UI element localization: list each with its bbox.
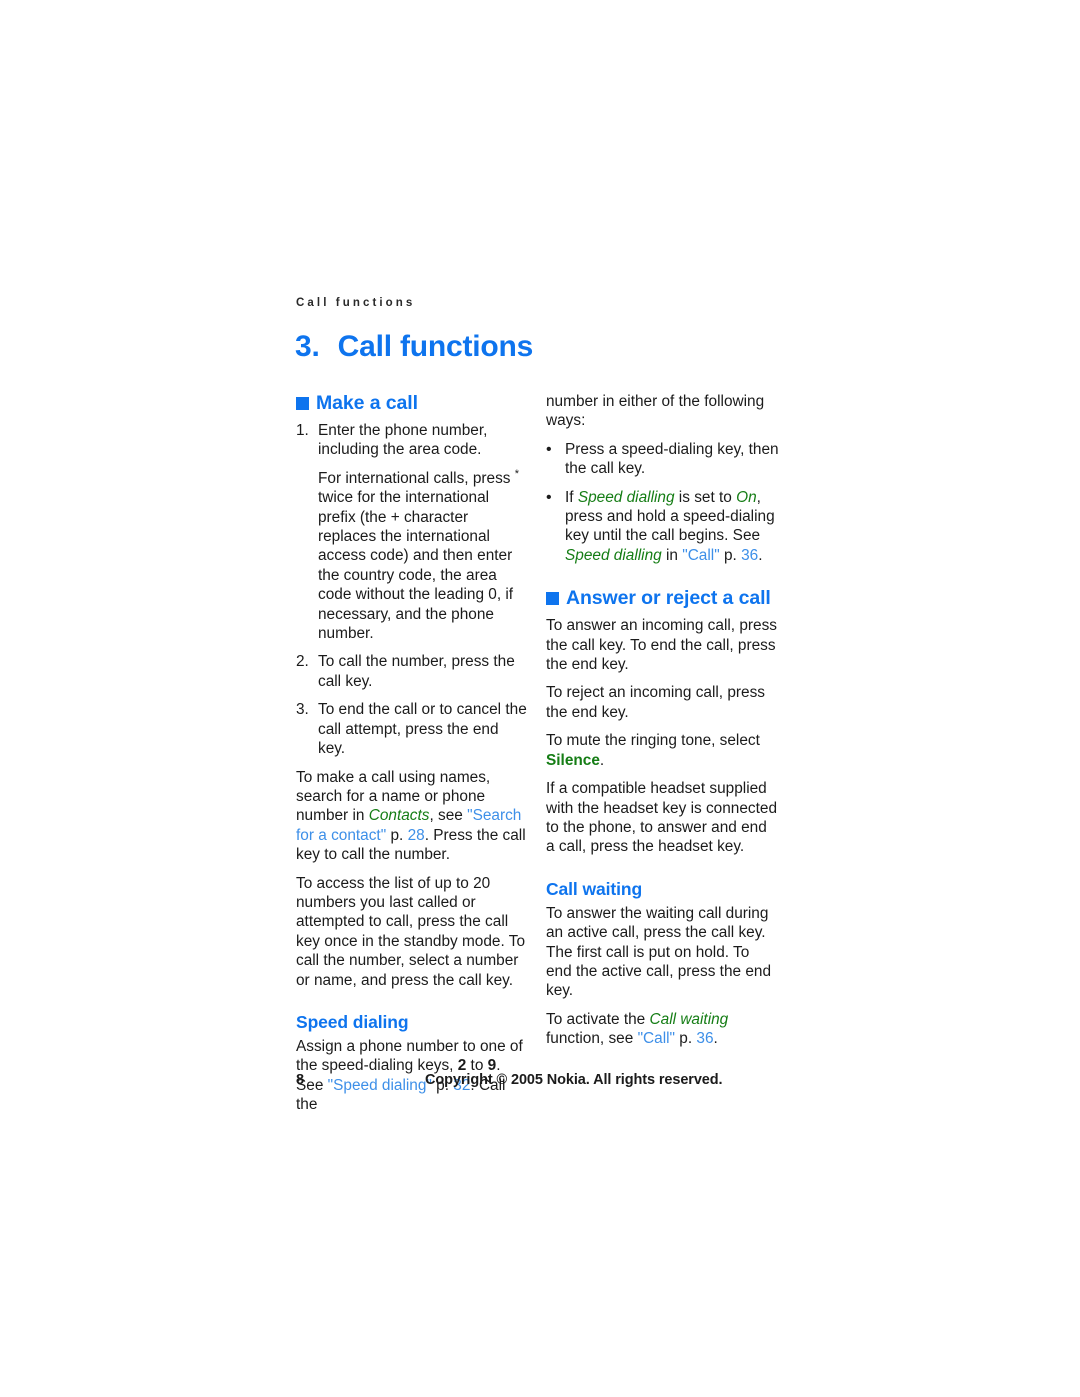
ui-term-on: On [736, 488, 757, 506]
search-part-2: , see [429, 807, 468, 825]
asterisk-symbol: * [514, 467, 520, 480]
left-column: Make a call 1. Enter the phone number, i… [296, 392, 529, 1124]
chapter-number: 3. [295, 330, 320, 363]
paragraph-answer-call: To answer an incoming call, press the ca… [546, 617, 777, 674]
paragraph-continued-from-left: number in either of the following ways: [546, 393, 765, 430]
crossref-page-28[interactable]: 28 [408, 827, 425, 844]
square-bullet-icon [546, 592, 559, 606]
step-body: Enter the phone number, including the ar… [318, 421, 529, 643]
paragraph-reject-call: To reject an incoming call, press the en… [546, 684, 765, 721]
bullet-2-text: If Speed dialling is set to On, press an… [565, 488, 779, 566]
step-number: 3. [296, 701, 309, 719]
step-number: 1. [296, 422, 309, 439]
mute-part-2: . [599, 751, 605, 769]
step-3-para-1: To end the call or to cancel the call at… [318, 701, 527, 758]
right-column: number in either of the following ways: … [546, 392, 779, 1058]
crossref-call-2[interactable]: "Call" [638, 1030, 675, 1047]
bullet-dot-icon: • [546, 440, 552, 458]
activate-part-3: p. [675, 1030, 697, 1048]
chapter-title: 3. Call functions [295, 330, 533, 364]
ui-term-speed-dialling: Speed dialling [577, 488, 675, 506]
step-2-para-1: To call the number, press the call key. [318, 653, 515, 690]
bullet-2-part-5: p. [719, 546, 742, 564]
ui-term-speed-dialling-2: Speed dialling [565, 546, 662, 564]
square-bullet-icon [296, 397, 309, 410]
search-part-3: p. [386, 826, 408, 844]
chapter-title-text: Call functions [337, 330, 534, 363]
list-item-step-2: 2. To call the number, press the call ke… [296, 652, 529, 691]
bullet-dot-icon: • [546, 488, 552, 506]
section-heading-answer-or-reject-a-call: Answer or reject a call [546, 587, 779, 610]
crossref-page-36[interactable]: 36 [741, 547, 758, 564]
footer-page-number: 8 [296, 1072, 305, 1088]
step-1-continued: twice for the international prefix (the … [318, 489, 514, 643]
ui-term-silence: Silence [546, 751, 600, 769]
step-number: 2. [296, 653, 309, 671]
make-a-call-steps: 1. Enter the phone number, including the… [296, 421, 529, 759]
bullet-2-part-1: If [565, 488, 578, 506]
list-item-step-3: 3. To end the call or to cancel the call… [296, 700, 529, 758]
section-heading-make-a-call: Make a call [296, 392, 529, 415]
subsection-heading-speed-dialing: Speed dialing [296, 1011, 409, 1032]
step-body: To end the call or to cancel the call at… [318, 700, 529, 758]
step-1-para-2: For international calls, press * twice f… [318, 467, 529, 644]
list-item-step-1: 1. Enter the phone number, including the… [296, 421, 529, 643]
speed-dial-bullet-list: • Press a speed-dialing key, then the ca… [546, 440, 779, 565]
step-body: To call the number, press the call key. [318, 652, 529, 691]
activate-part-4: . [713, 1030, 718, 1048]
crossref-call[interactable]: "Call" [682, 547, 719, 564]
crossref-speed-dialing[interactable]: "Speed dialing" [328, 1077, 432, 1094]
paragraph-headset: If a compatible headset supplied with th… [546, 780, 778, 856]
activate-part-2: function, see [546, 1030, 638, 1048]
manual-page: Call functions 3. Call functions Make a c… [0, 0, 1080, 1397]
step-1-intro: For international calls, press [318, 469, 515, 487]
mute-part-1: To mute the ringing tone, select [546, 732, 760, 750]
bullet-2-part-2: is set to [674, 488, 737, 506]
footer-copyright: Copyright © 2005 Nokia. All rights reser… [425, 1072, 723, 1088]
crossref-page-36-2[interactable]: 36 [696, 1030, 713, 1047]
ui-term-call-waiting: Call waiting [649, 1010, 729, 1028]
section-heading-label: Make a call [316, 392, 418, 414]
paragraph-recent-calls-list: To access the list of up to 20 numbers y… [296, 874, 526, 989]
subsection-heading-call-waiting: Call waiting [546, 878, 643, 899]
ui-term-contacts: Contacts [368, 807, 430, 825]
paragraph-answer-waiting-call: To answer the waiting call during an act… [546, 904, 772, 1000]
step-1-para-1: Enter the phone number, including the ar… [318, 422, 488, 459]
bullet-2-part-4: in [661, 546, 683, 564]
paragraph-activate-call-waiting: To activate the Call waiting function, s… [546, 1010, 779, 1049]
list-item-bullet-1: • Press a speed-dialing key, then the ca… [546, 440, 779, 479]
activate-part-1: To activate the [546, 1010, 650, 1028]
bullet-1-text: Press a speed-dialing key, then the call… [565, 440, 779, 478]
section-heading-label: Answer or reject a call [566, 587, 771, 610]
paragraph-search-by-name: To make a call using names, search for a… [296, 768, 529, 865]
paragraph-mute-ringing-tone: To mute the ringing tone, select Silence… [546, 731, 779, 770]
bullet-2-part-6: . [758, 546, 763, 564]
list-item-bullet-2: • If Speed dialling is set to On, press … [546, 488, 779, 566]
running-header: Call functions [296, 297, 416, 309]
